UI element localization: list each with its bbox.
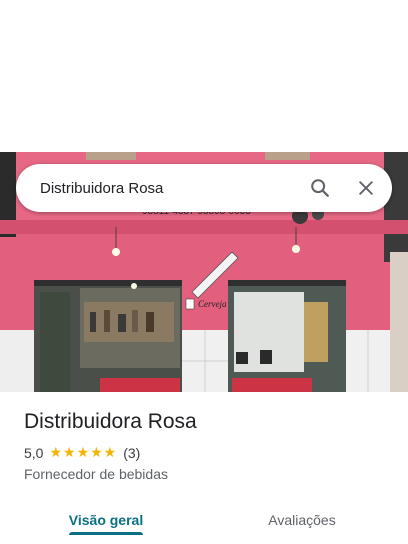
tab-reviews[interactable]: Avaliações (256, 500, 348, 540)
tab-bar: Visão geral Avaliações (0, 500, 408, 540)
place-category: Fornecedor de bebidas (24, 466, 168, 482)
search-icon[interactable] (300, 168, 340, 208)
rating-row[interactable]: 5,0 ★★★★★ (3) (24, 444, 140, 461)
star-icon: ★★★★★ (49, 444, 118, 460)
place-title: Distribuidora Rosa (24, 410, 197, 433)
search-bar[interactable]: Distribuidora Rosa (16, 164, 392, 212)
review-count: (3) (123, 444, 141, 461)
search-input[interactable]: Distribuidora Rosa (40, 180, 300, 197)
sign-text: Cerveja (198, 299, 227, 309)
close-icon[interactable] (346, 168, 386, 208)
rating-value: 5,0 (24, 444, 44, 461)
map-blank-area (0, 0, 408, 152)
active-tab-indicator (69, 532, 143, 535)
place-info-panel: Distribuidora Rosa 5,0 ★★★★★ (3) Fornece… (0, 392, 408, 544)
